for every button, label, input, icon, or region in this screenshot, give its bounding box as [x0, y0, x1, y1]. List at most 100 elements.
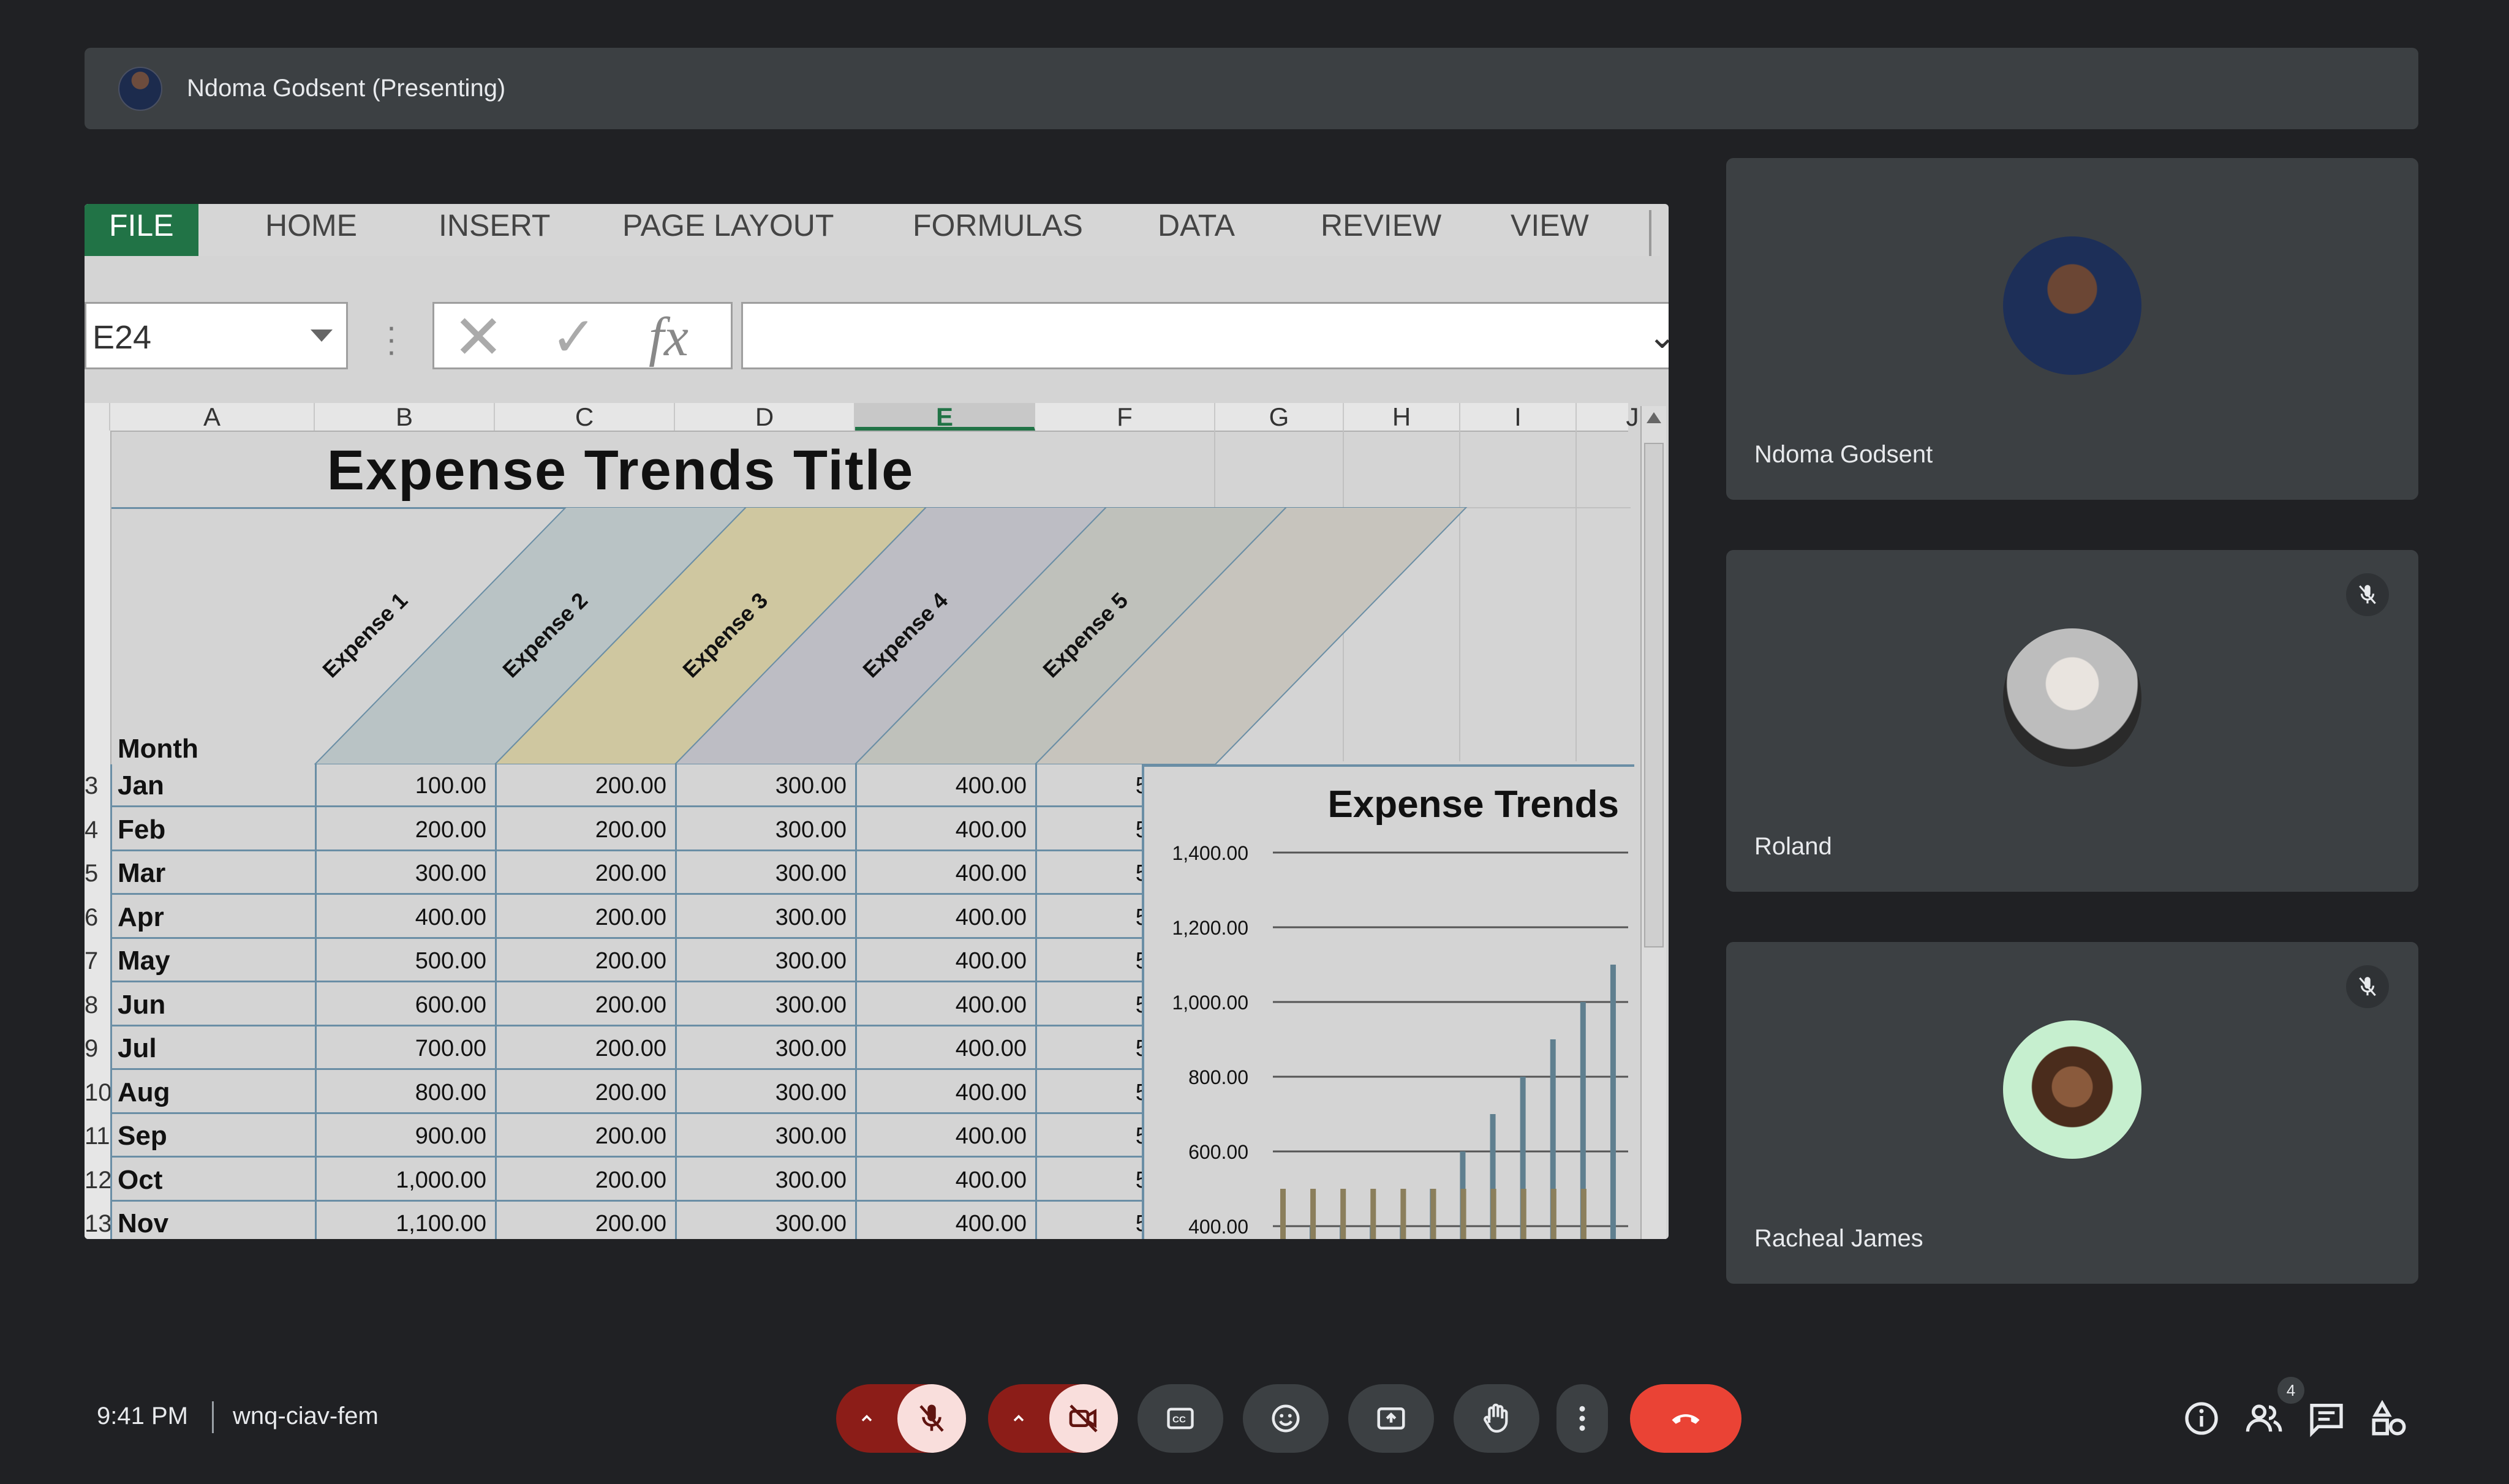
- chevron-up-icon[interactable]: [988, 1384, 1049, 1453]
- value-cell[interactable]: 200.00: [495, 940, 666, 982]
- row-number: 10: [85, 1079, 112, 1106]
- value-cell[interactable]: 200.00: [495, 808, 666, 851]
- captions-button[interactable]: CC: [1138, 1384, 1223, 1453]
- value-cell[interactable]: 200.00: [495, 764, 666, 807]
- value-cell[interactable]: 400.00: [855, 1071, 1027, 1114]
- value-cell[interactable]: 700.00: [315, 1027, 486, 1070]
- value-cell[interactable]: 300.00: [675, 764, 847, 807]
- month-cell[interactable]: May: [118, 940, 170, 982]
- value-cell[interactable]: 400.00: [855, 1027, 1027, 1070]
- vertical-scrollbar[interactable]: [1640, 406, 1666, 1239]
- value-cell[interactable]: 1,100.00: [315, 1202, 486, 1239]
- month-cell[interactable]: Nov: [118, 1202, 168, 1239]
- row-number: 3: [85, 772, 99, 799]
- name-box-value: E24: [92, 319, 152, 356]
- gridline: [1575, 431, 1577, 761]
- scroll-up-icon[interactable]: [1647, 412, 1661, 423]
- value-cell[interactable]: 800.00: [315, 1071, 486, 1114]
- row-number: 13: [85, 1210, 112, 1237]
- value-cell[interactable]: 1,000.00: [315, 1159, 486, 1202]
- value-cell[interactable]: 200.00: [495, 896, 666, 939]
- activities-button[interactable]: [2367, 1396, 2411, 1441]
- value-cell[interactable]: 400.00: [855, 764, 1027, 807]
- value-cell[interactable]: 400.00: [315, 896, 486, 939]
- column-border: [675, 764, 677, 1239]
- value-cell[interactable]: 200.00: [495, 1202, 666, 1239]
- value-cell[interactable]: 200.00: [315, 808, 486, 851]
- month-cell[interactable]: Sep: [118, 1115, 167, 1158]
- scroll-thumb[interactable]: [1644, 443, 1664, 947]
- mic-control[interactable]: [836, 1384, 966, 1453]
- value-cell[interactable]: 600.00: [315, 984, 486, 1026]
- chat-button[interactable]: [2304, 1396, 2349, 1441]
- value-cell[interactable]: 300.00: [675, 1115, 847, 1158]
- month-cell[interactable]: Feb: [118, 808, 165, 851]
- month-cell[interactable]: Oct: [118, 1159, 162, 1202]
- value-cell[interactable]: 400.00: [855, 940, 1027, 982]
- month-cell[interactable]: Jul: [118, 1027, 157, 1070]
- value-cell[interactable]: 400.00: [855, 1159, 1027, 1202]
- corner-cell: [85, 403, 110, 431]
- value-cell[interactable]: 400.00: [855, 808, 1027, 851]
- value-cell[interactable]: 300.00: [675, 852, 847, 895]
- end-call-icon: [1672, 1414, 1700, 1424]
- participant-tile[interactable]: Roland: [1726, 550, 2418, 892]
- mic-off-button[interactable]: [897, 1384, 966, 1453]
- value-cell[interactable]: 300.00: [675, 808, 847, 851]
- value-cell[interactable]: 300.00: [675, 896, 847, 939]
- value-cell[interactable]: 900.00: [315, 1115, 486, 1158]
- month-cell[interactable]: Jan: [118, 764, 164, 807]
- more-options-button[interactable]: [1556, 1384, 1608, 1453]
- value-cell[interactable]: 400.00: [855, 896, 1027, 939]
- y-tick-label: 1,400.00: [1172, 842, 1248, 864]
- month-cell[interactable]: Apr: [118, 896, 164, 939]
- chart-title: Expense Trends: [1327, 783, 1619, 826]
- camera-control[interactable]: [988, 1384, 1118, 1453]
- value-cell[interactable]: 300.00: [675, 1202, 847, 1239]
- participant-tile[interactable]: Racheal James: [1726, 942, 2418, 1284]
- presenter-bar: Ndoma Godsent (Presenting): [85, 48, 2418, 129]
- value-cell[interactable]: 200.00: [495, 1071, 666, 1114]
- value-cell[interactable]: 300.00: [675, 1027, 847, 1070]
- value-cell[interactable]: 200.00: [495, 1027, 666, 1070]
- chart-bar: [1280, 1189, 1286, 1239]
- value-cell[interactable]: 300.00: [675, 984, 847, 1026]
- value-cell[interactable]: 400.00: [855, 1202, 1027, 1239]
- value-cell[interactable]: 200.00: [495, 852, 666, 895]
- month-cell[interactable]: Aug: [118, 1071, 170, 1114]
- info-button[interactable]: [2179, 1396, 2224, 1441]
- camera-off-button[interactable]: [1049, 1384, 1118, 1453]
- present-button[interactable]: [1348, 1384, 1434, 1453]
- expense-trends-chart: Expense Trends 1,400.00 1,200.00 1,000.00 80…: [1142, 764, 1634, 1239]
- value-cell[interactable]: 200.00: [495, 984, 666, 1026]
- participant-tile[interactable]: Ndoma Godsent: [1726, 158, 2418, 500]
- row-number: 4: [85, 816, 99, 843]
- chart-bar: [1310, 1189, 1316, 1239]
- table-row: 12Oct1,000.00200.00300.00400.00500.00: [85, 1159, 1215, 1202]
- value-cell[interactable]: 100.00: [315, 764, 486, 807]
- clock: 9:41 PM: [97, 1403, 188, 1429]
- value-cell[interactable]: 400.00: [855, 984, 1027, 1026]
- people-button[interactable]: [2242, 1396, 2286, 1441]
- value-cell[interactable]: 300.00: [675, 940, 847, 982]
- tab-file: FILE: [85, 204, 198, 256]
- value-cell[interactable]: 500.00: [315, 940, 486, 982]
- value-cell[interactable]: 400.00: [855, 1115, 1027, 1158]
- raise-hand-button[interactable]: [1454, 1384, 1539, 1453]
- column-border: [1035, 764, 1037, 1239]
- vertical-dots-icon: · · ·: [386, 308, 397, 369]
- value-cell[interactable]: 300.00: [675, 1071, 847, 1114]
- value-cell[interactable]: 300.00: [675, 1159, 847, 1202]
- tab-home: HOME: [265, 208, 357, 243]
- value-cell[interactable]: 300.00: [315, 852, 486, 895]
- value-cell[interactable]: 400.00: [855, 852, 1027, 895]
- month-cell[interactable]: Mar: [118, 852, 165, 895]
- month-cell[interactable]: Jun: [118, 984, 165, 1026]
- end-call-button[interactable]: [1630, 1384, 1741, 1453]
- reactions-button[interactable]: [1243, 1384, 1329, 1453]
- divider: [212, 1401, 214, 1433]
- chevron-up-icon[interactable]: [836, 1384, 897, 1453]
- value-cell[interactable]: 200.00: [495, 1159, 666, 1202]
- value-cell[interactable]: 200.00: [495, 1115, 666, 1158]
- column-border: [315, 764, 317, 1239]
